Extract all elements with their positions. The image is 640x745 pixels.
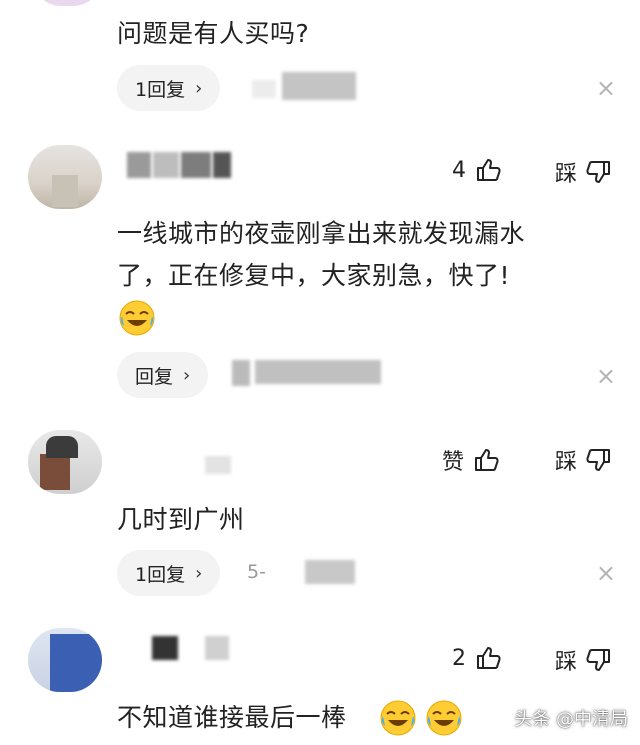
dislike-label: 踩: [555, 162, 578, 187]
reply-label: 1回复: [135, 563, 186, 586]
redacted-username: [153, 152, 179, 178]
comment-text: 几时到广州: [117, 505, 245, 534]
tears-of-joy-emoji: [424, 698, 464, 738]
reply-label: 回复: [135, 365, 174, 388]
dislike-label: 踩: [555, 450, 578, 475]
avatar[interactable]: [30, 0, 104, 6]
watermark: 头条 @中清局: [514, 709, 628, 730]
chevron-right-icon: ›: [195, 77, 203, 99]
comment-text-line: 了，正在修复中，大家别急，快了!: [117, 261, 511, 290]
chevron-right-icon: ›: [195, 562, 203, 584]
thumbs-up-icon: [477, 647, 501, 669]
thumbs-down-icon: [586, 449, 611, 471]
comment-text: 问题是有人买吗?: [117, 19, 310, 48]
like-button[interactable]: 2: [452, 644, 502, 672]
close-icon[interactable]: ×: [596, 364, 616, 388]
redacted-username: [181, 152, 211, 178]
like-count: 4: [452, 157, 466, 183]
dislike-button[interactable]: 踩: [555, 644, 613, 676]
dislike-label: 踩: [555, 650, 578, 675]
redacted-username[interactable]: [205, 456, 231, 474]
avatar[interactable]: [28, 628, 102, 692]
redacted-username[interactable]: [127, 152, 151, 178]
reply-button[interactable]: 1回复 ›: [117, 550, 221, 596]
chevron-right-icon: ›: [183, 364, 191, 386]
thumbs-down-icon: [586, 161, 611, 183]
comment-text-line: 一线城市的夜壶刚拿出来就发现漏水: [117, 219, 526, 248]
tears-of-joy-emoji: [117, 298, 157, 338]
comment-date: 5-: [247, 561, 266, 583]
like-count: 2: [452, 645, 466, 671]
like-button[interactable]: 4: [452, 156, 502, 184]
redacted-username: [282, 72, 356, 100]
redacted-username: [205, 636, 229, 660]
thumbs-up-icon: [475, 449, 499, 471]
redacted-detail: [232, 360, 250, 386]
avatar[interactable]: [28, 145, 102, 209]
comment-text: 不知道谁接最后一棒: [117, 694, 347, 742]
dislike-button[interactable]: 踩: [555, 156, 613, 188]
close-icon[interactable]: ×: [596, 561, 616, 585]
reply-button[interactable]: 回复 ›: [117, 352, 209, 398]
like-button[interactable]: 赞: [442, 444, 500, 476]
close-icon[interactable]: ×: [596, 76, 616, 100]
comment-text-body: 不知道谁接最后一棒: [117, 703, 347, 732]
reply-button[interactable]: 1回复 ›: [117, 65, 221, 111]
redacted-username: [255, 360, 381, 384]
reply-label: 1回复: [135, 78, 186, 101]
redacted-detail: [305, 560, 355, 584]
redacted-detail: [252, 80, 276, 98]
redacted-username[interactable]: [152, 636, 178, 660]
thumbs-down-icon: [586, 649, 611, 671]
dislike-button[interactable]: 踩: [555, 444, 613, 476]
redacted-username: [213, 152, 231, 178]
avatar[interactable]: [28, 430, 102, 494]
thumbs-up-icon: [477, 159, 501, 181]
like-label: 赞: [442, 450, 465, 475]
tears-of-joy-emoji: [378, 698, 418, 738]
